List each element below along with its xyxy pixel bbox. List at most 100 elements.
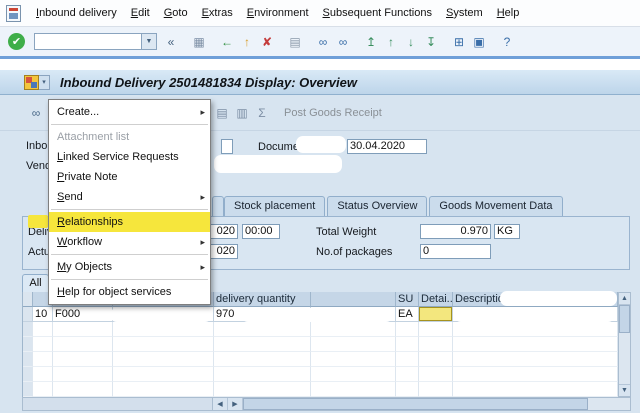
cell-item: 10 <box>33 307 53 322</box>
empty-cell <box>214 337 311 352</box>
submenu-arrow-icon: ▸ <box>200 261 205 272</box>
unload-icon[interactable]: ▥ <box>232 103 252 122</box>
display-glasses-icon[interactable]: ∞ <box>26 103 46 122</box>
menubar-item-extras[interactable]: Extras <box>195 5 240 21</box>
print-icon[interactable]: ▤ <box>285 32 305 51</box>
first-page-icon[interactable]: ↥ <box>361 32 381 51</box>
weight-unit-field[interactable]: KG <box>494 224 520 239</box>
command-dropdown-icon[interactable]: ▼ <box>142 33 157 50</box>
last-page-icon[interactable]: ↧ <box>421 32 441 51</box>
context-menu-item-relationships[interactable]: Relationships <box>49 212 210 232</box>
delivery-time-field[interactable]: 00:00 <box>242 224 280 239</box>
empty-cell <box>311 352 396 367</box>
redaction <box>241 308 393 322</box>
context-menu-item-private-note[interactable]: Private Note <box>49 167 210 187</box>
context-menu-item-my-objects[interactable]: My Objects ▸ <box>49 257 210 277</box>
empty-cell <box>33 382 53 397</box>
tab-status-overview[interactable]: Status Overview <box>327 196 428 216</box>
small-box-field[interactable] <box>221 139 233 154</box>
new-session-icon[interactable]: ⊞ <box>449 32 469 51</box>
find-icon[interactable]: ∞ <box>313 32 333 51</box>
next-page-icon[interactable]: ↓ <box>401 32 421 51</box>
total-weight-field[interactable]: 0.970 <box>420 224 491 239</box>
empty-cell <box>311 382 396 397</box>
title-bar: ▾ Inbound Delivery 2501481834 Display: O… <box>0 70 640 95</box>
context-menu-item-workflow[interactable]: Workflow ▸ <box>49 232 210 252</box>
gos-dropdown-icon[interactable]: ▾ <box>39 74 50 90</box>
cancel-icon[interactable]: ✘ <box>257 32 277 51</box>
document-date-field[interactable]: 30.04.2020 <box>347 139 427 154</box>
menu-item-label: My Objects <box>57 261 113 273</box>
back-icon[interactable]: ← <box>217 32 237 51</box>
sap-screen-icon <box>6 4 21 22</box>
column-header-detail[interactable]: Detai... <box>419 292 453 307</box>
menubar-item-goto[interactable]: Goto <box>157 5 195 21</box>
vscroll-thumb[interactable] <box>619 305 630 333</box>
table-empty-row <box>23 367 618 382</box>
empty-cell <box>396 352 419 367</box>
menubar-item-environment[interactable]: Environment <box>240 5 316 21</box>
column-header-su[interactable]: SU <box>396 292 419 307</box>
save-icon[interactable]: ▦ <box>189 32 209 51</box>
scroll-up-icon[interactable]: ▲ <box>619 293 630 305</box>
hscroll-track[interactable] <box>243 398 630 410</box>
menubar-item-system[interactable]: System <box>439 5 490 21</box>
hscroll-thumb[interactable] <box>243 398 588 410</box>
empty-cell <box>214 367 311 382</box>
shortcut-icon[interactable]: ▣ <box>469 32 489 51</box>
empty-cell <box>396 322 419 337</box>
empty-cell <box>214 322 311 337</box>
find-next-icon[interactable]: ∞ <box>333 32 353 51</box>
empty-cell <box>311 337 396 352</box>
empty-cell <box>33 337 53 352</box>
command-field[interactable] <box>34 33 142 50</box>
menubar-item-help[interactable]: Help <box>490 5 527 21</box>
menubar-item-inbound-delivery[interactable]: Inbound delivery <box>29 5 124 21</box>
column-header-col6[interactable] <box>311 292 396 307</box>
context-menu-item-linked-service-requests[interactable]: Linked Service Requests <box>49 147 210 167</box>
empty-cell <box>53 382 113 397</box>
tab-partial[interactable] <box>212 196 224 216</box>
empty-cell <box>419 322 453 337</box>
packages-field[interactable]: 0 <box>420 244 491 259</box>
highlight-marker <box>28 215 48 228</box>
empty-cell <box>419 367 453 382</box>
empty-cell <box>453 352 618 367</box>
empty-cell <box>23 367 33 382</box>
column-header-selector[interactable] <box>23 292 33 307</box>
context-menu-item-send[interactable]: Send ▸ <box>49 187 210 207</box>
items-detail-icon[interactable]: ▤ <box>212 103 232 122</box>
sum-icon[interactable]: Σ <box>252 103 272 122</box>
redaction <box>296 136 346 153</box>
column-header-quantity[interactable]: delivery quantity <box>214 292 311 307</box>
menubar-item-subsequent-functions[interactable]: Subsequent Functions <box>316 5 439 21</box>
scroll-down-icon[interactable]: ▼ <box>619 384 630 396</box>
tab-goods-movement-data[interactable]: Goods Movement Data <box>429 196 563 216</box>
detail-cell[interactable] <box>419 307 453 322</box>
context-menu-item-create[interactable]: Create... ▸ <box>49 102 210 122</box>
cell-su: EA <box>396 307 419 322</box>
tab-stock-placement[interactable]: Stock placement <box>224 196 326 216</box>
item-view-tab-all[interactable]: All <box>22 274 49 292</box>
table-empty-row <box>23 337 618 352</box>
horizontal-scrollbar[interactable]: ◀ ▶ <box>22 397 631 411</box>
vertical-scrollbar[interactable]: ▲ ▼ <box>618 292 631 397</box>
empty-cell <box>53 322 113 337</box>
exit-icon[interactable]: ↑ <box>237 32 257 51</box>
enter-icon[interactable]: ✔ <box>8 33 25 50</box>
context-menu-item-attachment-list: Attachment list <box>49 127 210 147</box>
cell-material: F000 <box>53 307 113 322</box>
gos-icon <box>24 74 39 90</box>
menu-item-label: Create... <box>57 106 100 118</box>
menubar-item-edit[interactable]: Edit <box>124 5 157 21</box>
scroll-right-icon[interactable]: ▶ <box>228 398 243 410</box>
prev-page-icon[interactable]: ↑ <box>381 32 401 51</box>
table-empty-row <box>23 352 618 367</box>
help-icon[interactable]: ? <box>497 32 517 51</box>
services-for-object-button[interactable]: ▾ <box>24 74 50 90</box>
post-goods-receipt-button[interactable]: Post Goods Receipt <box>284 107 382 119</box>
hscroll-fixed-area <box>23 398 213 410</box>
collapse-icon[interactable]: « <box>161 32 181 51</box>
context-menu-item-help-for-object-services[interactable]: Help for object services <box>49 282 210 302</box>
scroll-left-icon[interactable]: ◀ <box>213 398 228 410</box>
